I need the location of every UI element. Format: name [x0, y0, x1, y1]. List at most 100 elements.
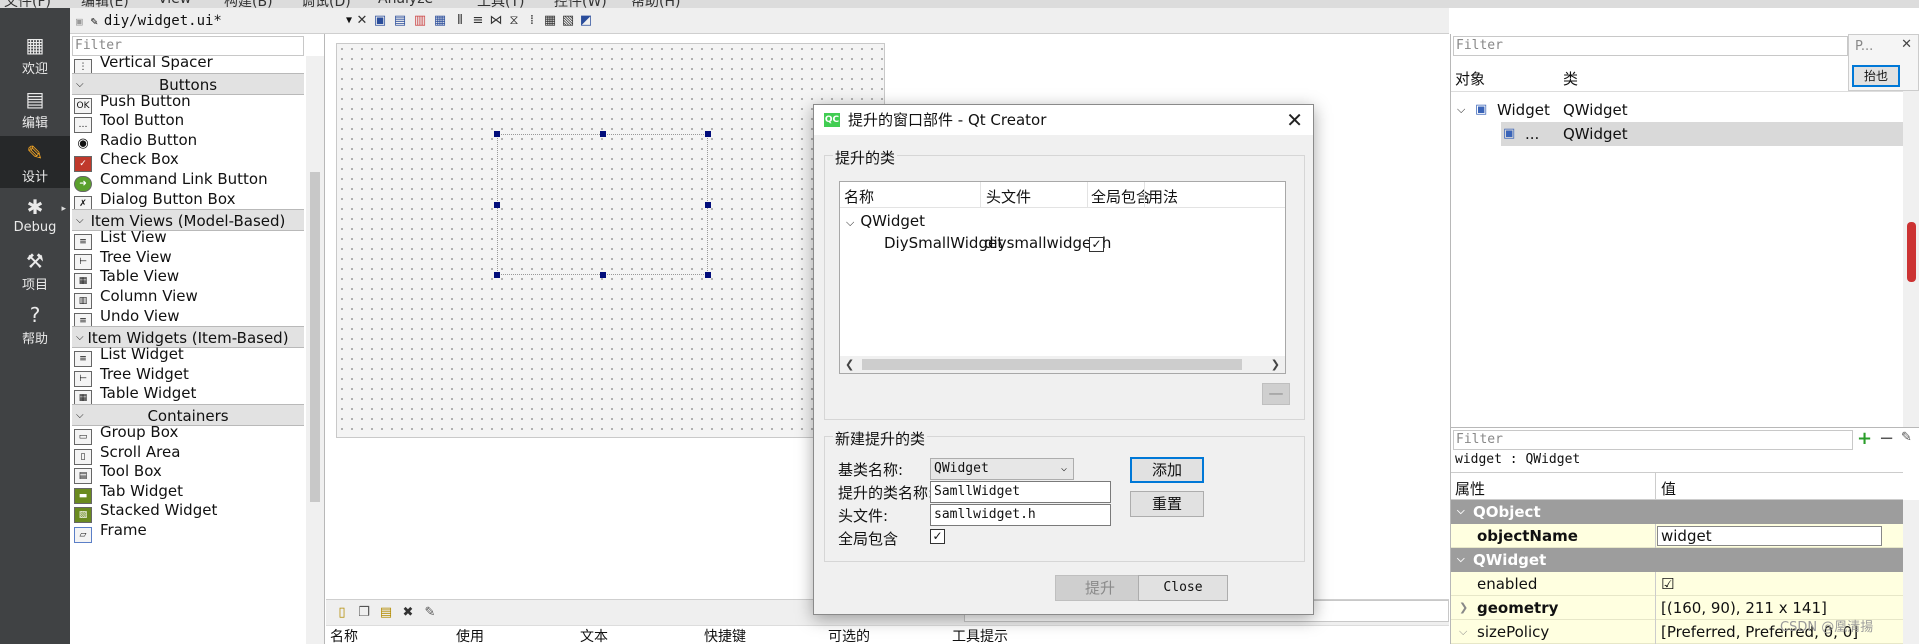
mode-4[interactable]: ✱ Debug ▸	[0, 190, 70, 242]
widget-item[interactable]: ▱ Frame	[74, 518, 302, 543]
selected-widget[interactable]	[494, 131, 711, 278]
property-value[interactable]: widget	[1657, 526, 1882, 546]
property-group[interactable]: ⌵ QObject	[1451, 500, 1903, 524]
column-header: 可选的	[828, 629, 870, 644]
mode-5[interactable]: ⚒ 项目	[0, 244, 70, 296]
layout-grid-icon[interactable]: ▦	[542, 13, 558, 29]
expand-arrow-icon[interactable]: ▸	[61, 204, 66, 214]
resize-handle[interactable]	[600, 272, 606, 278]
edit-signals-icon[interactable]: ▤	[392, 13, 408, 29]
close-icon[interactable]: ✕	[1286, 105, 1303, 135]
base-class-combo[interactable]: QWidget ⌵	[930, 458, 1074, 480]
add-button[interactable]: 添加	[1130, 457, 1204, 483]
remove-property-icon[interactable]: −	[1879, 428, 1894, 449]
widget-item-label: Push Button	[100, 91, 191, 110]
edit-buddies-icon[interactable]: ▥	[412, 13, 428, 29]
promote-button[interactable]: 提升	[1055, 575, 1145, 601]
resize-handle[interactable]	[494, 202, 500, 208]
property-editor-scrollbar[interactable]	[1903, 500, 1919, 644]
close-icon[interactable]: ✕	[1901, 37, 1912, 52]
promoted-classes-title: 提升的类	[833, 147, 898, 168]
header-file-input[interactable]: samllwidget.h	[930, 504, 1111, 526]
tree-row-widget[interactable]: ⌵ ▣ Widget QWidget	[1451, 98, 1903, 122]
widget-item[interactable]: ▦ Table Widget	[74, 381, 302, 407]
scrollbar-thumb[interactable]	[310, 172, 320, 502]
layout-h-splitter-icon[interactable]: ⋈	[488, 13, 504, 29]
resize-handle[interactable]	[705, 202, 711, 208]
panel-button[interactable]: 抬也	[1852, 65, 1900, 87]
scrollbar-thumb[interactable]	[1907, 222, 1916, 282]
global-include-checkbox[interactable]: ✓	[930, 529, 945, 544]
widget-item-label: Table Widget	[100, 384, 197, 403]
widget-item[interactable]: ≡ Undo View	[74, 304, 302, 329]
property-group[interactable]: ⌵ QWidget	[1451, 548, 1903, 572]
wrench-icon: ⚒	[26, 249, 44, 273]
expand-icon[interactable]: ⌵	[846, 216, 854, 229]
expand-icon[interactable]: ❯	[1459, 596, 1468, 620]
tree-row-child[interactable]: ▣ ... QWidget	[1501, 122, 1903, 146]
global-include-checkbox[interactable]: ✓	[1089, 237, 1104, 252]
widget-item[interactable]: ⋮ Vertical Spacer	[74, 50, 302, 75]
menu-item[interactable]: View	[158, 0, 191, 7]
widget-box-scrollbar[interactable]	[306, 56, 324, 644]
property-filter-input[interactable]: Filter	[1453, 430, 1853, 450]
form-widget[interactable]	[336, 43, 885, 438]
configure-icon[interactable]: ✎	[1901, 430, 1912, 445]
table-row[interactable]: ⌵ QWidget	[846, 212, 925, 230]
break-layout-icon[interactable]: ▧	[560, 13, 576, 29]
property-row[interactable]: enabled ☑	[1451, 572, 1903, 596]
menu-item[interactable]: 调试(D)	[301, 0, 351, 8]
reset-button[interactable]: 重置	[1130, 491, 1204, 517]
new-action-icon[interactable]: ▯	[334, 605, 350, 621]
widget-item[interactable]: ✗ Dialog Button Box	[74, 187, 302, 212]
scroll-right-icon[interactable]: ❯	[1271, 356, 1280, 373]
promoted-class-name-input[interactable]: SamllWidget	[930, 481, 1111, 503]
menu-item[interactable]: 编辑(E)	[81, 0, 129, 8]
class-name: QWidget	[860, 212, 925, 230]
layout-v-splitter-icon[interactable]: ⧖	[506, 13, 522, 29]
configure-icon[interactable]: ✎	[422, 605, 438, 621]
menu-item[interactable]: 工具(T)	[477, 0, 524, 8]
close-button[interactable]: Close	[1138, 575, 1228, 601]
copy-action-icon[interactable]: ❐	[356, 605, 372, 621]
resize-handle[interactable]	[494, 272, 500, 278]
resize-handle[interactable]	[705, 272, 711, 278]
open-file-combo[interactable]: ▣ ✎ diy/widget.ui* ▼	[76, 11, 352, 31]
scroll-left-icon[interactable]: ❮	[845, 356, 854, 373]
add-property-icon[interactable]: +	[1857, 428, 1872, 449]
edit-widgets-icon[interactable]: ▣	[372, 13, 388, 29]
mode-2[interactable]: ▤ 编辑	[0, 82, 70, 134]
layout-vertical-icon[interactable]: ≡	[470, 13, 486, 29]
property-value[interactable]: ☑	[1661, 572, 1674, 596]
table-horizontal-scrollbar[interactable]: ❮ ❯	[840, 356, 1285, 373]
menu-item[interactable]: 构建(B)	[224, 0, 273, 8]
paste-action-icon[interactable]: ▤	[378, 605, 394, 621]
close-document-icon[interactable]: ✕	[354, 13, 370, 29]
collapse-icon[interactable]: ⌵	[1457, 548, 1465, 572]
mode-1[interactable]: ▦ 欢迎	[0, 28, 70, 80]
mode-6[interactable]: ? 帮助	[0, 298, 70, 350]
menu-item[interactable]: Analyze	[378, 0, 433, 7]
scrollbar-thumb[interactable]	[862, 359, 1242, 370]
object-filter-input[interactable]: Filter	[1453, 36, 1848, 56]
menu-item[interactable]: 控件(W)	[554, 0, 607, 8]
expand-icon[interactable]: ⌵	[1459, 620, 1467, 644]
expand-icon[interactable]: ⌵	[1457, 98, 1465, 122]
layout-form-icon[interactable]: ⁞	[524, 13, 540, 29]
resize-handle[interactable]	[494, 131, 500, 137]
resize-handle[interactable]	[705, 131, 711, 137]
layout-horizontal-icon[interactable]: ⦀	[452, 13, 468, 29]
remove-button[interactable]: —	[1262, 383, 1290, 405]
menu-item[interactable]: 文件(F)	[4, 0, 51, 8]
menu-item[interactable]: 帮助(H)	[631, 0, 680, 8]
delete-action-icon[interactable]: ✖	[400, 605, 416, 621]
mode-3[interactable]: ✎ 设计	[0, 136, 70, 188]
resize-handle[interactable]	[600, 131, 606, 137]
widget-item-label: List View	[100, 228, 167, 247]
collapse-icon[interactable]: ⌵	[1457, 500, 1465, 524]
adjust-size-icon[interactable]: ◩	[578, 13, 594, 29]
edit-tab-order-icon[interactable]: ▦	[432, 13, 448, 29]
menu-bar: 文件(F) 编辑(E) View 构建(B) 调试(D) Analyze 工具(T) 控件(W…	[0, 0, 1919, 8]
property-row[interactable]: objectName widget	[1451, 524, 1903, 548]
object-inspector-scrollbar[interactable]	[1903, 62, 1919, 427]
